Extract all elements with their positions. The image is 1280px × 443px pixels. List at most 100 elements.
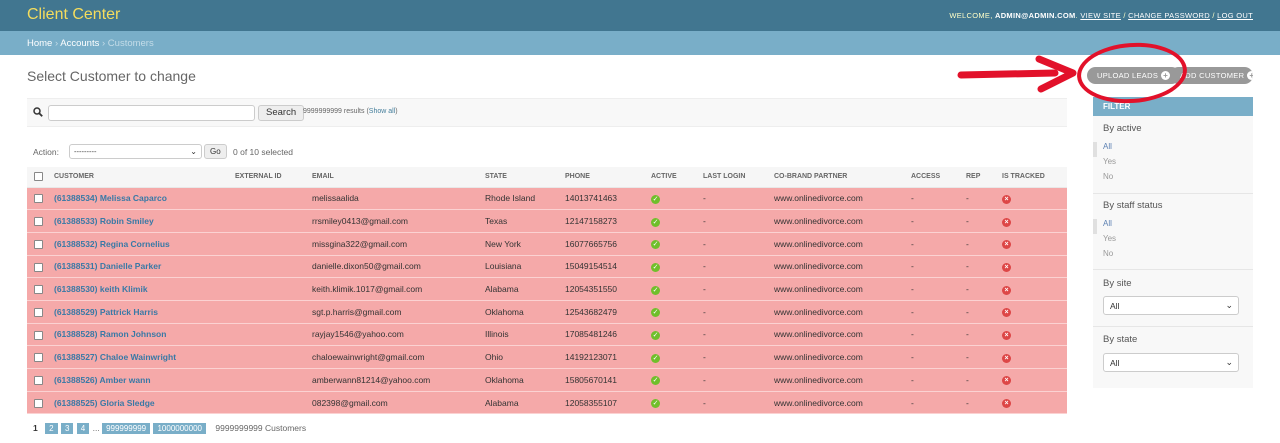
co-brand-partner-cell: www.onlinedivorce.com xyxy=(773,368,910,392)
log-out-link[interactable]: LOG OUT xyxy=(1217,11,1253,20)
filter-by-active: By active All Yes No xyxy=(1093,123,1253,187)
email-cell: rrsmiley0413@gmail.com xyxy=(311,209,484,233)
row-checkbox[interactable] xyxy=(34,307,43,317)
total-count: 9999999999 Customers xyxy=(215,423,307,433)
co-brand-partner-cell: www.onlinedivorce.com xyxy=(773,209,910,233)
site-filter-select[interactable]: All ⌄ xyxy=(1103,296,1239,315)
column-header-state[interactable]: State xyxy=(484,167,564,188)
column-header-is-tracked[interactable]: Is tracked xyxy=(1001,167,1067,188)
state-filter-select[interactable]: All ⌄ xyxy=(1103,353,1239,372)
page-link[interactable]: 999999999 xyxy=(102,423,151,434)
customer-link: (61388527) Chaloe Wainwright xyxy=(53,345,234,369)
x-circle-icon: × xyxy=(1002,330,1011,340)
table-row[interactable]: (61388530) keith Klimik keith.klimik.1017… xyxy=(27,277,1067,301)
site-brand[interactable]: Client Center xyxy=(27,6,120,24)
change-password-link[interactable]: CHANGE PASSWORD xyxy=(1128,11,1210,20)
action-select[interactable]: --------- ⌄ xyxy=(69,144,202,159)
table-row[interactable]: (61388534) Melissa Caparco melissaalida Rh… xyxy=(27,187,1067,211)
column-header-co-brand-partner[interactable]: Co-brand partner xyxy=(773,167,910,188)
table-row[interactable]: (61388528) Ramon Johnson rayjay1546@yahoo… xyxy=(27,323,1067,347)
access-cell: - xyxy=(910,277,965,301)
customer-link[interactable]: (61388528) Ramon Johnson xyxy=(54,329,166,339)
filter-by-staff-title: By staff status xyxy=(1103,200,1163,211)
red-arrow-annotation xyxy=(957,55,1077,93)
external-id-cell xyxy=(234,300,311,324)
filter-option-all[interactable]: All xyxy=(1093,142,1253,157)
search-button[interactable]: Search xyxy=(258,105,305,121)
column-header-rep[interactable]: Rep xyxy=(965,167,1001,188)
view-site-link[interactable]: VIEW SITE xyxy=(1080,11,1121,20)
breadcrumb-accounts[interactable]: Accounts xyxy=(60,38,99,49)
customer-link: (61388534) Melissa Caparco xyxy=(53,187,234,211)
add-customer-label: ADD CUSTOMER xyxy=(1180,71,1245,80)
check-circle-icon: ✓ xyxy=(651,217,660,227)
page-link[interactable]: 3 xyxy=(60,423,74,434)
table-row[interactable]: (61388529) Pattrick Harris sgt.p.harris@g… xyxy=(27,300,1067,324)
upload-leads-button[interactable]: UPLOAD LEADS + xyxy=(1087,67,1181,84)
email-cell: danielle.dixon50@gmail.com xyxy=(311,255,484,279)
row-checkbox[interactable] xyxy=(34,330,43,340)
row-checkbox[interactable] xyxy=(34,262,43,272)
column-header-access[interactable]: Access xyxy=(910,167,965,188)
customer-link[interactable]: (61388532) Regina Cornelius xyxy=(54,239,170,249)
column-header-phone[interactable]: Phone xyxy=(564,167,650,188)
row-checkbox[interactable] xyxy=(34,194,43,204)
state-cell: Alabama xyxy=(484,277,564,301)
table-row[interactable]: (61388532) Regina Cornelius missgina322@g… xyxy=(27,232,1067,256)
customer-link[interactable]: (61388525) Gloria Sledge xyxy=(54,398,155,408)
customer-link[interactable]: (61388531) Danielle Parker xyxy=(54,261,161,271)
row-checkbox[interactable] xyxy=(34,239,43,249)
customer-link[interactable]: (61388534) Melissa Caparco xyxy=(54,193,167,203)
table-row[interactable]: (61388527) Chaloe Wainwright chaloewainwr… xyxy=(27,345,1067,369)
page-link[interactable]: 4 xyxy=(76,423,90,434)
search-input[interactable] xyxy=(48,105,255,121)
customer-link: (61388525) Gloria Sledge xyxy=(53,391,234,415)
table-row[interactable]: (61388531) Danielle Parker danielle.dixon… xyxy=(27,255,1067,279)
active-cell: ✓ xyxy=(650,391,702,415)
filter-by-site: By site xyxy=(1093,278,1253,289)
add-customer-button[interactable]: ADD CUSTOMER + xyxy=(1170,67,1253,84)
show-all-link[interactable]: Show all xyxy=(369,108,395,115)
go-button[interactable]: Go xyxy=(204,144,227,159)
table-row[interactable]: (61388526) Amber wann amberwann81214@yaho… xyxy=(27,368,1067,392)
search-icon xyxy=(33,107,43,117)
column-header-external-id[interactable]: External ID xyxy=(234,167,311,188)
select-all-checkbox[interactable] xyxy=(34,172,43,182)
table-row[interactable]: (61388525) Gloria Sledge 082398@gmail.com… xyxy=(27,391,1067,415)
column-header-email[interactable]: Email xyxy=(311,167,484,188)
state-cell: Louisiana xyxy=(484,255,564,279)
filter-option-yes[interactable]: Yes xyxy=(1093,234,1253,249)
row-checkbox[interactable] xyxy=(34,217,43,227)
customer-link[interactable]: (61388533) Robin Smiley xyxy=(54,216,154,226)
customer-link[interactable]: (61388526) Amber wann xyxy=(54,375,151,385)
access-cell: - xyxy=(910,255,965,279)
page-link[interactable]: 1000000000 xyxy=(153,423,206,434)
filter-option-no[interactable]: No xyxy=(1093,172,1253,187)
table-row[interactable]: (61388533) Robin Smiley rrsmiley0413@gmai… xyxy=(27,209,1067,233)
plus-icon: + xyxy=(1161,71,1171,80)
filter-option-all[interactable]: All xyxy=(1093,219,1253,234)
row-checkbox[interactable] xyxy=(34,353,43,363)
rep-cell: - xyxy=(965,300,1001,324)
customer-link[interactable]: (61388529) Pattrick Harris xyxy=(54,307,158,317)
breadcrumb-home[interactable]: Home xyxy=(27,38,52,49)
check-circle-icon: ✓ xyxy=(651,308,660,318)
row-checkbox[interactable] xyxy=(34,375,43,385)
row-checkbox[interactable] xyxy=(34,398,43,408)
state-cell: Rhode Island xyxy=(484,187,564,211)
customer-link[interactable]: (61388530) keith Klimik xyxy=(54,284,148,294)
filter-title: FILTER xyxy=(1093,97,1253,116)
checkbox-cell xyxy=(27,391,53,415)
customer-link[interactable]: (61388527) Chaloe Wainwright xyxy=(54,352,176,362)
filter-option-no[interactable]: No xyxy=(1093,249,1253,264)
column-header-active[interactable]: Active xyxy=(650,167,702,188)
column-header-last-login[interactable]: Last login xyxy=(702,167,773,188)
page-link[interactable]: 2 xyxy=(45,423,58,434)
row-checkbox[interactable] xyxy=(34,285,43,295)
state-cell: Oklahoma xyxy=(484,368,564,392)
is-tracked-cell: × xyxy=(1001,255,1067,279)
column-header-customer[interactable]: Customer xyxy=(53,167,234,188)
phone-cell: 12058355107 xyxy=(564,391,650,415)
filter-option-yes[interactable]: Yes xyxy=(1093,157,1253,172)
state-cell: Texas xyxy=(484,209,564,233)
